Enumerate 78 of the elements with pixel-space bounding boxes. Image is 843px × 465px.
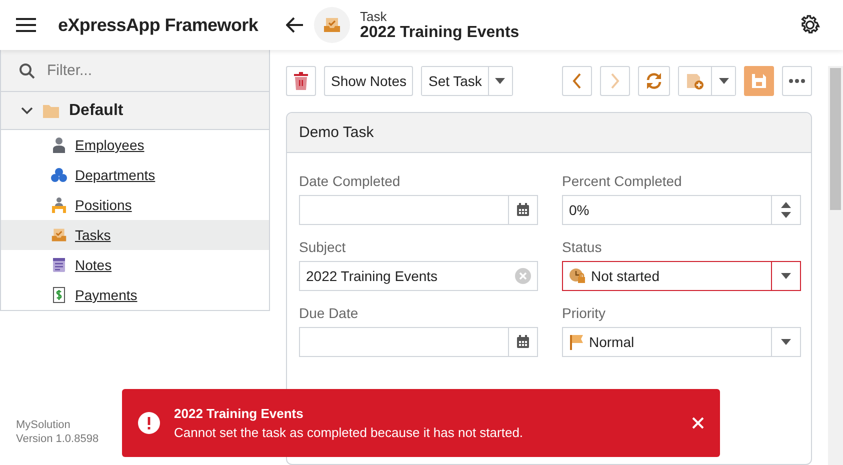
- person-desk-icon: [51, 197, 67, 213]
- close-button[interactable]: [692, 417, 704, 429]
- nav-item[interactable]: Tasks: [1, 220, 269, 250]
- settings-button[interactable]: [799, 14, 821, 36]
- object-type: Task: [360, 8, 388, 24]
- menu-icon: [16, 17, 36, 33]
- caret-icon: [781, 273, 791, 279]
- number-input[interactable]: 0%: [563, 202, 771, 218]
- field-label: Percent Completed: [562, 173, 683, 189]
- new-split-button[interactable]: [678, 66, 736, 96]
- toast-title: 2022 Training Events: [174, 406, 304, 421]
- nav-item[interactable]: Positions: [1, 190, 269, 220]
- flag-icon: [569, 334, 585, 350]
- card-header: Demo Task: [287, 113, 811, 153]
- field-label: Priority: [562, 305, 607, 321]
- nav-item[interactable]: Employees: [1, 130, 269, 160]
- nav-item[interactable]: Departments: [1, 160, 269, 190]
- close-icon: [692, 417, 704, 429]
- filter-input[interactable]: Filter...: [45, 61, 245, 80]
- chevron-left-icon: [572, 73, 582, 89]
- input-field[interactable]: [299, 195, 538, 225]
- new-record-icon: [685, 72, 705, 90]
- input-field[interactable]: 2022 Training Events: [299, 261, 538, 291]
- menu-button[interactable]: [16, 17, 36, 33]
- inbox-check-icon: [323, 16, 341, 34]
- scrollbar[interactable]: [828, 66, 843, 465]
- trash-icon: [293, 72, 309, 90]
- caret-icon: [781, 339, 791, 345]
- footer-text: MySolution: [16, 419, 70, 431]
- note-icon: [51, 257, 67, 273]
- filter-field[interactable]: Filter...: [1, 50, 269, 92]
- status-value: Not started: [590, 268, 660, 284]
- alert-icon: [138, 412, 160, 434]
- nav-item[interactable]: Payments: [1, 280, 269, 310]
- more-icon: [789, 79, 805, 83]
- text-input[interactable]: 2022 Training Events: [300, 268, 515, 284]
- folder-icon: [43, 104, 59, 118]
- app-title: eXpressApp Framework: [58, 14, 258, 36]
- object-title: 2022 Training Events: [360, 24, 520, 42]
- nav-item[interactable]: Notes: [1, 250, 269, 280]
- inbox-check-icon: [51, 227, 67, 243]
- priority-value: Normal: [588, 334, 636, 350]
- spin-arrows-icon: [780, 201, 792, 219]
- back-arrow-icon: [286, 17, 304, 33]
- toast-message: Cannot set the task as completed because it has not started.: [174, 425, 524, 440]
- clear-icon: [515, 268, 531, 284]
- person-icon: [51, 137, 67, 153]
- field-label: Subject: [299, 239, 347, 255]
- scroll-thumb[interactable]: [830, 68, 841, 210]
- footer-text: Version 1.0.8598: [16, 433, 99, 445]
- input-field[interactable]: 0%: [562, 195, 801, 225]
- select-field[interactable]: Not started: [562, 261, 801, 291]
- more-button[interactable]: [782, 66, 812, 96]
- calendar-icon: [516, 203, 530, 217]
- calendar-icon: [516, 335, 530, 349]
- back-button[interactable]: [286, 17, 304, 33]
- nav-group[interactable]: Default: [1, 92, 269, 130]
- field-label: Date Completed: [299, 173, 402, 189]
- clock-lock-icon: [569, 268, 587, 284]
- previous-button[interactable]: [562, 66, 592, 96]
- chevron-right-icon: [610, 73, 620, 89]
- field-label: Status: [562, 239, 603, 255]
- settings-icon: [799, 14, 821, 36]
- delete-button[interactable]: [286, 66, 316, 96]
- split-button[interactable]: Set Task: [421, 66, 513, 96]
- caret-icon: [718, 78, 728, 84]
- input-field[interactable]: [299, 327, 538, 357]
- field-label: Due Date: [299, 305, 360, 321]
- refresh-icon: [645, 72, 663, 90]
- caret-icon: [495, 78, 506, 84]
- dollar-bill-icon: [51, 287, 67, 303]
- chevron-icon: [21, 106, 33, 114]
- cubes-icon: [51, 167, 67, 183]
- show-notes-button[interactable]: Show Notes: [324, 66, 414, 96]
- floppy-icon: [751, 73, 767, 89]
- search-icon: [19, 62, 35, 78]
- select-field[interactable]: Normal: [562, 327, 801, 357]
- refresh-button[interactable]: [638, 66, 670, 96]
